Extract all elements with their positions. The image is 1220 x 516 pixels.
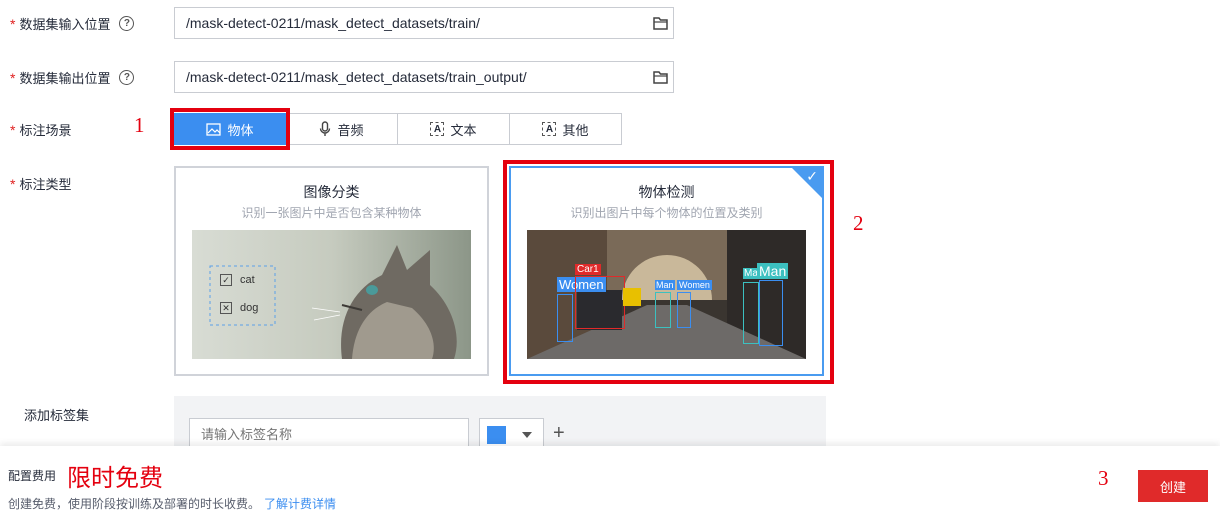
label-row: ✓ cat xyxy=(220,274,255,286)
text-icon: A xyxy=(542,122,557,136)
required-mark: * xyxy=(10,15,16,32)
annotation-number-1: 1 xyxy=(134,113,145,137)
fee-value: 限时免费 xyxy=(67,465,163,492)
scene-option-label: 音频 xyxy=(337,122,364,138)
annotation-number-3: 3 xyxy=(1098,466,1109,490)
input-location-label-text: 数据集输入位置 xyxy=(19,17,111,32)
pricing-details-link[interactable]: 了解计费详情 xyxy=(264,497,336,511)
fee-note: 创建免费，使用阶段按训练及部署的时长收费。 了解计费详情 xyxy=(8,495,336,512)
detection-box xyxy=(655,292,671,328)
scene-option-label: 其他 xyxy=(562,122,589,138)
input-location-field[interactable]: /mask-detect-0211/mask_detect_datasets/t… xyxy=(174,7,674,39)
image-icon xyxy=(206,122,222,136)
detection-box xyxy=(759,280,783,346)
microphone-icon xyxy=(320,121,331,136)
detection-box xyxy=(575,276,625,329)
type-label-text: 标注类型 xyxy=(19,177,72,192)
annotation-number-2: 2 xyxy=(853,211,864,235)
type-card-detection[interactable]: ✓ 物体检测 识别出图片中每个物体的位置及类别 Car1 Women Man W… xyxy=(509,166,824,376)
scene-option-label: 物体 xyxy=(227,122,254,138)
question-circle-icon[interactable]: ? xyxy=(119,70,135,85)
label-text: cat xyxy=(240,274,255,286)
scene-option-text[interactable]: A 文本 xyxy=(398,113,510,145)
scene-label: * 标注场景 xyxy=(10,120,71,139)
card-subtitle: 识别一张图片中是否包含某种物体 xyxy=(241,206,422,220)
required-mark: * xyxy=(10,175,16,192)
scene-option-audio[interactable]: 音频 xyxy=(286,113,398,145)
scene-option-other[interactable]: A 其他 xyxy=(510,113,622,145)
input-location-label: * 数据集输入位置 ? xyxy=(10,14,135,33)
output-location-label-text: 数据集输出位置 xyxy=(19,71,111,86)
cat-illustration: ✓ cat ✕ dog xyxy=(192,230,471,359)
detection-box xyxy=(677,292,691,328)
scene-label-text: 标注场景 xyxy=(19,123,72,138)
question-circle-icon[interactable]: ? xyxy=(119,16,135,31)
add-tag-button[interactable]: + xyxy=(553,422,565,445)
box-label: Car1 xyxy=(575,264,601,275)
detection-box xyxy=(623,288,641,306)
text-icon: A xyxy=(430,122,445,136)
footer-bar: 配置费用 限时免费 创建免费，使用阶段按训练及部署的时长收费。 了解计费详情 3 … xyxy=(0,446,1220,516)
cross-icon: ✕ xyxy=(220,302,232,314)
fee-note-text: 创建免费，使用阶段按训练及部署的时长收费。 xyxy=(8,497,261,511)
detection-box xyxy=(557,294,573,342)
required-mark: * xyxy=(10,69,16,86)
output-location-label: * 数据集输出位置 ? xyxy=(10,68,135,87)
checkbox-icon: ✓ xyxy=(220,274,232,286)
box-label: Man xyxy=(757,263,789,279)
folder-icon[interactable] xyxy=(653,70,668,84)
folder-icon[interactable] xyxy=(653,16,668,30)
input-location-value: /mask-detect-0211/mask_detect_datasets/t… xyxy=(186,15,480,31)
scene-option-object[interactable]: 物体 xyxy=(174,113,286,145)
caret-down-icon xyxy=(522,432,532,438)
label-text: dog xyxy=(240,302,259,314)
street-illustration: Car1 Women Man Women Ma Man xyxy=(527,230,806,359)
output-location-field[interactable]: /mask-detect-0211/mask_detect_datasets/t… xyxy=(174,61,674,93)
box-label: Man xyxy=(655,280,675,290)
card-title: 图像分类 xyxy=(303,184,360,200)
card-subtitle: 识别出图片中每个物体的位置及类别 xyxy=(570,206,763,220)
card-title: 物体检测 xyxy=(638,184,695,200)
scene-option-label: 文本 xyxy=(450,122,477,138)
fee-label: 配置费用 xyxy=(8,469,57,483)
create-button[interactable]: 创建 xyxy=(1138,470,1208,502)
required-mark: * xyxy=(10,121,16,138)
tags-label: 添加标签集 xyxy=(24,408,90,423)
label-row: ✕ dog xyxy=(220,302,258,314)
scene-selector: 物体 音频 A 文本 A 其他 xyxy=(174,113,622,145)
detection-box xyxy=(743,282,759,344)
output-location-value: /mask-detect-0211/mask_detect_datasets/t… xyxy=(186,69,527,85)
box-label: Women xyxy=(677,280,712,290)
type-label: * 标注类型 xyxy=(10,174,71,193)
type-card-classification[interactable]: 图像分类 识别一张图片中是否包含某种物体 ✓ cat ✕ dog xyxy=(174,166,489,376)
color-swatch xyxy=(487,426,506,444)
